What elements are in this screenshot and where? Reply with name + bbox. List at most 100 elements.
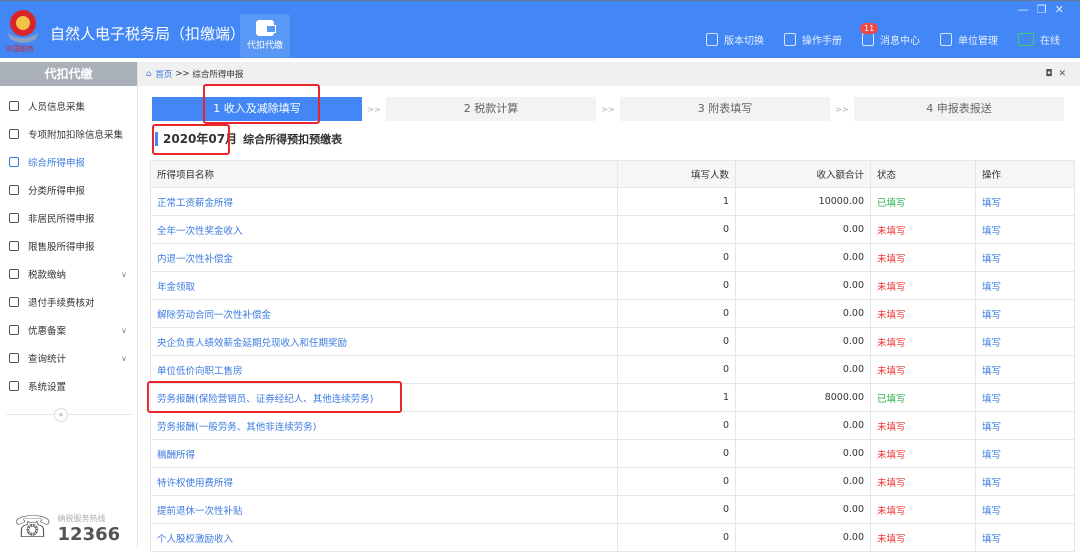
window-controls[interactable]: —❐✕ bbox=[1018, 3, 1072, 16]
sidebar-item[interactable]: 退付手续费核对 bbox=[0, 288, 137, 316]
count: 0 bbox=[617, 299, 736, 328]
income-item-link[interactable]: 全年一次性奖金收入 bbox=[150, 215, 618, 244]
table-row: 内退一次性补偿金 0 0.00 未填写 填写 bbox=[150, 243, 1075, 272]
fill-link[interactable]: 填写 bbox=[975, 187, 1075, 216]
table-row: 稿酬所得 0 0.00 未填写 填写 bbox=[150, 439, 1075, 468]
copy-icon bbox=[9, 325, 19, 335]
amount: 0.00 bbox=[735, 299, 871, 328]
count: 0 bbox=[617, 439, 736, 468]
search-list-icon bbox=[9, 353, 19, 363]
fill-link[interactable]: 填写 bbox=[975, 299, 1075, 328]
sidebar-item[interactable]: 税款缴纳 ∨ bbox=[0, 260, 137, 288]
sidebar-item[interactable]: 非居民所得申报 bbox=[0, 204, 137, 232]
fill-link[interactable]: 填写 bbox=[975, 523, 1075, 552]
step-tax-calc[interactable]: 2 税款计算 bbox=[386, 97, 596, 121]
status: 已填写 bbox=[870, 187, 976, 216]
col-amount: 收入额合计 bbox=[735, 160, 871, 188]
step-attachments[interactable]: 3 附表填写 bbox=[620, 97, 830, 121]
tab-withholding[interactable]: 代扣代缴 bbox=[240, 14, 290, 58]
version-switch-button[interactable]: 版本切换 bbox=[706, 29, 764, 49]
document-icon bbox=[706, 32, 718, 46]
status: 未填写 bbox=[870, 243, 976, 272]
tax-emblem-logo: 中国税务 bbox=[6, 10, 38, 53]
person-icon bbox=[9, 101, 19, 111]
income-item-link[interactable]: 年金领取 bbox=[150, 271, 618, 300]
amount: 0.00 bbox=[735, 355, 871, 384]
sidebar-item[interactable]: 专项附加扣除信息采集 bbox=[0, 120, 137, 148]
table-row: 解除劳动合同一次性补偿金 0 0.00 未填写 填写 bbox=[150, 299, 1075, 328]
status: 已填写 bbox=[870, 383, 976, 412]
amount: 8000.00 bbox=[735, 383, 871, 412]
fill-link[interactable]: 填写 bbox=[975, 383, 1075, 412]
status: 未填写 bbox=[870, 355, 976, 384]
message-center-button[interactable]: 11 消息中心 bbox=[860, 23, 920, 49]
unit-management-button[interactable]: 单位管理 bbox=[940, 29, 998, 49]
table-row: 劳务报酬(一般劳务、其他非连续劳务) 0 0.00 未填写 填写 bbox=[150, 411, 1075, 440]
amount: 0.00 bbox=[735, 411, 871, 440]
income-item-link[interactable]: 解除劳动合同一次性补偿金 bbox=[150, 299, 618, 328]
panel-controls[interactable]: ◘✕ bbox=[1045, 69, 1072, 79]
income-item-link[interactable]: 提前退休一次性补贴 bbox=[150, 495, 618, 524]
income-item-link[interactable]: 正常工资薪金所得 bbox=[150, 187, 618, 216]
col-action: 操作 bbox=[975, 160, 1075, 188]
amount: 0.00 bbox=[735, 439, 871, 468]
manual-icon bbox=[784, 32, 796, 46]
count: 0 bbox=[617, 355, 736, 384]
sidebar-item[interactable]: 人员信息采集 bbox=[0, 92, 137, 120]
count: 0 bbox=[617, 327, 736, 356]
amount: 0.00 bbox=[735, 467, 871, 496]
fill-link[interactable]: 填写 bbox=[975, 271, 1075, 300]
svg-text:中国税务: 中国税务 bbox=[6, 44, 34, 53]
fill-link[interactable]: 填写 bbox=[975, 439, 1075, 468]
count: 0 bbox=[617, 271, 736, 300]
fill-link[interactable]: 填写 bbox=[975, 215, 1075, 244]
chevron-down-icon: ∨ bbox=[121, 269, 127, 279]
count: 0 bbox=[617, 411, 736, 440]
sidebar-title: 代扣代缴 bbox=[0, 62, 137, 86]
income-item-link[interactable]: 稿酬所得 bbox=[150, 439, 618, 468]
fill-link[interactable]: 填写 bbox=[975, 411, 1075, 440]
home-icon: ⌂ bbox=[146, 69, 152, 79]
message-badge: 11 bbox=[860, 23, 879, 34]
sidebar-item[interactable]: 系统设置 bbox=[0, 372, 137, 400]
income-item-link[interactable]: 特许权使用费所得 bbox=[150, 467, 618, 496]
income-item-link[interactable]: 内退一次性补偿金 bbox=[150, 243, 618, 272]
sidebar-item[interactable]: 查询统计 ∨ bbox=[0, 344, 137, 372]
income-item-link[interactable]: 劳务报酬(一般劳务、其他非连续劳务) bbox=[150, 411, 618, 440]
table-row: 央企负责人绩效薪金延期兑现收入和任期奖励 0 0.00 未填写 填写 bbox=[150, 327, 1075, 356]
sidebar-item[interactable]: 分类所得申报 bbox=[0, 176, 137, 204]
pie-icon bbox=[9, 185, 19, 195]
fill-link[interactable]: 填写 bbox=[975, 327, 1075, 356]
bar-chart-icon bbox=[9, 241, 19, 251]
count: 0 bbox=[617, 467, 736, 496]
count: 0 bbox=[617, 215, 736, 244]
income-item-link[interactable]: 单位低价向职工售房 bbox=[150, 355, 618, 384]
step-submit[interactable]: 4 申报表报送 bbox=[854, 97, 1064, 121]
breadcrumb-home[interactable]: 首页 bbox=[155, 68, 172, 80]
amount: 0.00 bbox=[735, 523, 871, 552]
table-row: 全年一次性奖金收入 0 0.00 未填写 填写 bbox=[150, 215, 1075, 244]
income-item-link[interactable]: 央企负责人绩效薪金延期兑现收入和任期奖励 bbox=[150, 327, 618, 356]
count: 0 bbox=[617, 243, 736, 272]
sidebar-item[interactable]: 限售股所得申报 bbox=[0, 232, 137, 260]
layers-icon bbox=[9, 157, 19, 167]
fill-link[interactable]: 填写 bbox=[975, 243, 1075, 272]
chevron-down-icon: ∨ bbox=[121, 353, 127, 363]
col-status: 状态 bbox=[870, 160, 976, 188]
sidebar: 代扣代缴 人员信息采集 专项附加扣除信息采集 综合所得申报 分类所得申报 非居民所得申报… bbox=[0, 62, 138, 548]
collapse-sidebar-button[interactable]: « bbox=[54, 408, 68, 422]
sidebar-item[interactable]: 综合所得申报 bbox=[0, 148, 137, 176]
sidebar-item[interactable]: 优惠备案 ∨ bbox=[0, 316, 137, 344]
fill-link[interactable]: 填写 bbox=[975, 355, 1075, 384]
status: 未填写 bbox=[870, 271, 976, 300]
doc-icon bbox=[9, 297, 19, 307]
status: 未填写 bbox=[870, 439, 976, 468]
income-table: 所得项目名称 填写人数 收入额合计 状态 操作 正常工资薪金所得 1 10000.0… bbox=[150, 160, 1075, 552]
fill-link[interactable]: 填写 bbox=[975, 467, 1075, 496]
income-item-link[interactable]: 个人股权激励收入 bbox=[150, 523, 618, 552]
online-status[interactable]: 在线 bbox=[1018, 29, 1060, 49]
fill-link[interactable]: 填写 bbox=[975, 495, 1075, 524]
amount: 0.00 bbox=[735, 495, 871, 524]
chevron-down-icon: ∨ bbox=[121, 325, 127, 335]
manual-button[interactable]: 操作手册 bbox=[784, 29, 842, 49]
